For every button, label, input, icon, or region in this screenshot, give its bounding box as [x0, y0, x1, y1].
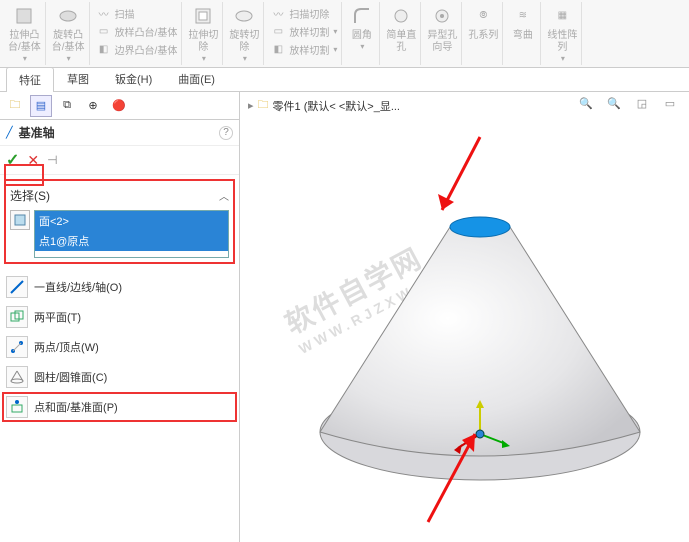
feature-title: 基准轴	[19, 124, 55, 141]
point-face-icon	[6, 396, 28, 418]
method-two-points[interactable]: 两点/顶点(W)	[2, 332, 237, 362]
wrap-button[interactable]: ≋ 弯曲	[511, 4, 535, 42]
tree-icon: 🗀	[10, 96, 21, 115]
help-icon[interactable]: ?	[219, 126, 233, 140]
simple-hole-button[interactable]: 简单直 孔	[386, 4, 416, 54]
panel-tab-config[interactable]: ⧉	[56, 95, 78, 117]
selection-section: 选择(S) ︿ 面<2> 点1@原点	[4, 179, 235, 264]
method-label: 点和面/基准面(P)	[34, 399, 118, 415]
method-one-line[interactable]: 一直线/边线/轴(O)	[2, 272, 237, 302]
boundary-cut-button[interactable]: ◧放样切割▾	[270, 41, 337, 57]
zoom-fit-icon[interactable]: 🔍	[577, 94, 595, 112]
selection-item[interactable]: 面<2>	[35, 211, 228, 231]
view-orientation-icon[interactable]: ◲	[633, 94, 651, 112]
pin-button[interactable]: ⊣	[47, 153, 57, 167]
method-label: 一直线/边线/轴(O)	[34, 279, 122, 295]
collapse-icon[interactable]: ︿	[219, 188, 229, 203]
tab-surface[interactable]: 曲面(E)	[165, 66, 228, 91]
part-name[interactable]: 零件1 (默认< <默认>_显...	[273, 98, 400, 114]
boundary-cut-icon: ◧	[270, 41, 286, 57]
cone-model[interactable]	[280, 132, 660, 512]
pattern-icon: ▦	[550, 4, 574, 28]
document-tabs: 特征 草图 钣金(H) 曲面(E)	[0, 68, 689, 92]
wrap-icon: ≋	[511, 4, 535, 28]
confirm-row: ✓ ✕ ⊣	[0, 146, 239, 175]
hole-wizard-icon	[430, 4, 454, 28]
target-icon: ⊕	[88, 99, 97, 112]
method-label: 圆柱/圆锥面(C)	[34, 369, 107, 385]
display-style-icon[interactable]: ▭	[661, 94, 679, 112]
method-two-planes[interactable]: 两平面(T)	[2, 302, 237, 332]
cube-icon	[12, 4, 36, 28]
cone-icon	[6, 366, 28, 388]
zoom-area-icon[interactable]: 🔍	[605, 94, 623, 112]
swept-boss-button[interactable]: 〰扫描	[96, 5, 135, 21]
sweep-cut-icon: 〰	[270, 5, 286, 21]
selected-point[interactable]	[476, 430, 484, 438]
list-icon: ▤	[36, 99, 46, 112]
expand-icon[interactable]: ▸	[248, 99, 254, 112]
selection-header: 选择(S)	[10, 187, 50, 204]
loft-cut-icon: ▭	[270, 23, 286, 39]
ribbon-toolbar: 拉伸凸 台/基体▾ 旋转凸 台/基体▾ 〰扫描 ▭放样凸台/基体 ◧边界凸台/基…	[0, 0, 689, 68]
two-points-icon	[6, 336, 28, 358]
revolve-cut-button[interactable]: 旋转切 除▾	[229, 4, 259, 64]
tab-sketch[interactable]: 草图	[54, 66, 102, 91]
revolve-boss-button[interactable]: 旋转凸 台/基体▾	[52, 4, 85, 64]
panel-tab-appearance[interactable]: 🔴	[108, 95, 130, 117]
extrude-boss-button[interactable]: 拉伸凸 台/基体▾	[8, 4, 41, 64]
panel-tab-dimxpert[interactable]: ⊕	[82, 95, 104, 117]
tab-features[interactable]: 特征	[6, 67, 54, 92]
hole-series-button[interactable]: ⦾ 孔系列	[468, 4, 498, 42]
fillet-icon	[350, 4, 374, 28]
axis-icon: ╱	[6, 126, 13, 139]
breadcrumb[interactable]: ▸ 🗀 零件1 (默认< <默认>_显...	[248, 96, 400, 115]
view-tools: 🔍 🔍 ◲ ▭	[577, 94, 679, 112]
loft-icon: ▭	[96, 23, 112, 39]
fillet-button[interactable]: 圆角▾	[350, 4, 374, 52]
linear-pattern-button[interactable]: ▦ 线性阵 列▾	[547, 4, 577, 64]
selection-list[interactable]: 面<2> 点1@原点	[34, 210, 229, 258]
method-label: 两平面(T)	[34, 309, 81, 325]
method-point-face[interactable]: 点和面/基准面(P)	[2, 392, 237, 422]
revolve-icon	[56, 4, 80, 28]
panel-tabs: 🗀 ▤ ⧉ ⊕ 🔴	[0, 92, 239, 120]
panel-tab-property-manager[interactable]: ▤	[30, 95, 52, 117]
line-icon	[6, 276, 28, 298]
part-icon: 🗀	[258, 96, 269, 115]
two-planes-icon	[6, 306, 28, 328]
cut-icon	[191, 4, 215, 28]
loft-boss-button[interactable]: ▭放样凸台/基体	[96, 23, 178, 39]
ok-button[interactable]: ✓	[6, 150, 19, 170]
loft-cut-button[interactable]: ▭放样切割▾	[270, 23, 337, 39]
hole-wizard-button[interactable]: 异型孔 向导	[427, 4, 457, 54]
extrude-cut-button[interactable]: 拉伸切 除▾	[188, 4, 218, 64]
selection-item[interactable]: 点1@原点	[35, 231, 228, 251]
selected-face[interactable]	[450, 217, 510, 237]
graphics-viewport[interactable]: ▸ 🗀 零件1 (默认< <默认>_显... 🔍 🔍 ◲ ▭ 软件自学网 WWW…	[240, 92, 689, 542]
sweep-icon: 〰	[96, 5, 112, 21]
axis-method-list: 一直线/边线/轴(O) 两平面(T) 两点/顶点(W) 圆柱/圆锥面(C) 点和…	[0, 268, 239, 426]
boundary-boss-button[interactable]: ◧边界凸台/基体	[96, 41, 178, 57]
property-manager-panel: 🗀 ▤ ⧉ ⊕ 🔴 ╱ 基准轴 ? ✓ ✕ ⊣ 选择(S) ︿	[0, 92, 240, 542]
config-icon: ⧉	[63, 99, 71, 112]
panel-tab-feature-tree[interactable]: 🗀	[4, 95, 26, 117]
cancel-button[interactable]: ✕	[27, 152, 39, 169]
tab-sheetmetal[interactable]: 钣金(H)	[102, 66, 165, 91]
hole-icon	[389, 4, 413, 28]
boundary-icon: ◧	[96, 41, 112, 57]
method-cylinder-cone[interactable]: 圆柱/圆锥面(C)	[2, 362, 237, 392]
hole-series-icon: ⦾	[471, 4, 495, 28]
reference-icon[interactable]	[10, 210, 30, 230]
method-label: 两点/顶点(W)	[34, 339, 99, 355]
appearance-icon: 🔴	[112, 99, 126, 112]
swept-cut-button[interactable]: 〰扫描切除	[270, 5, 329, 21]
revolve-cut-icon	[232, 4, 256, 28]
